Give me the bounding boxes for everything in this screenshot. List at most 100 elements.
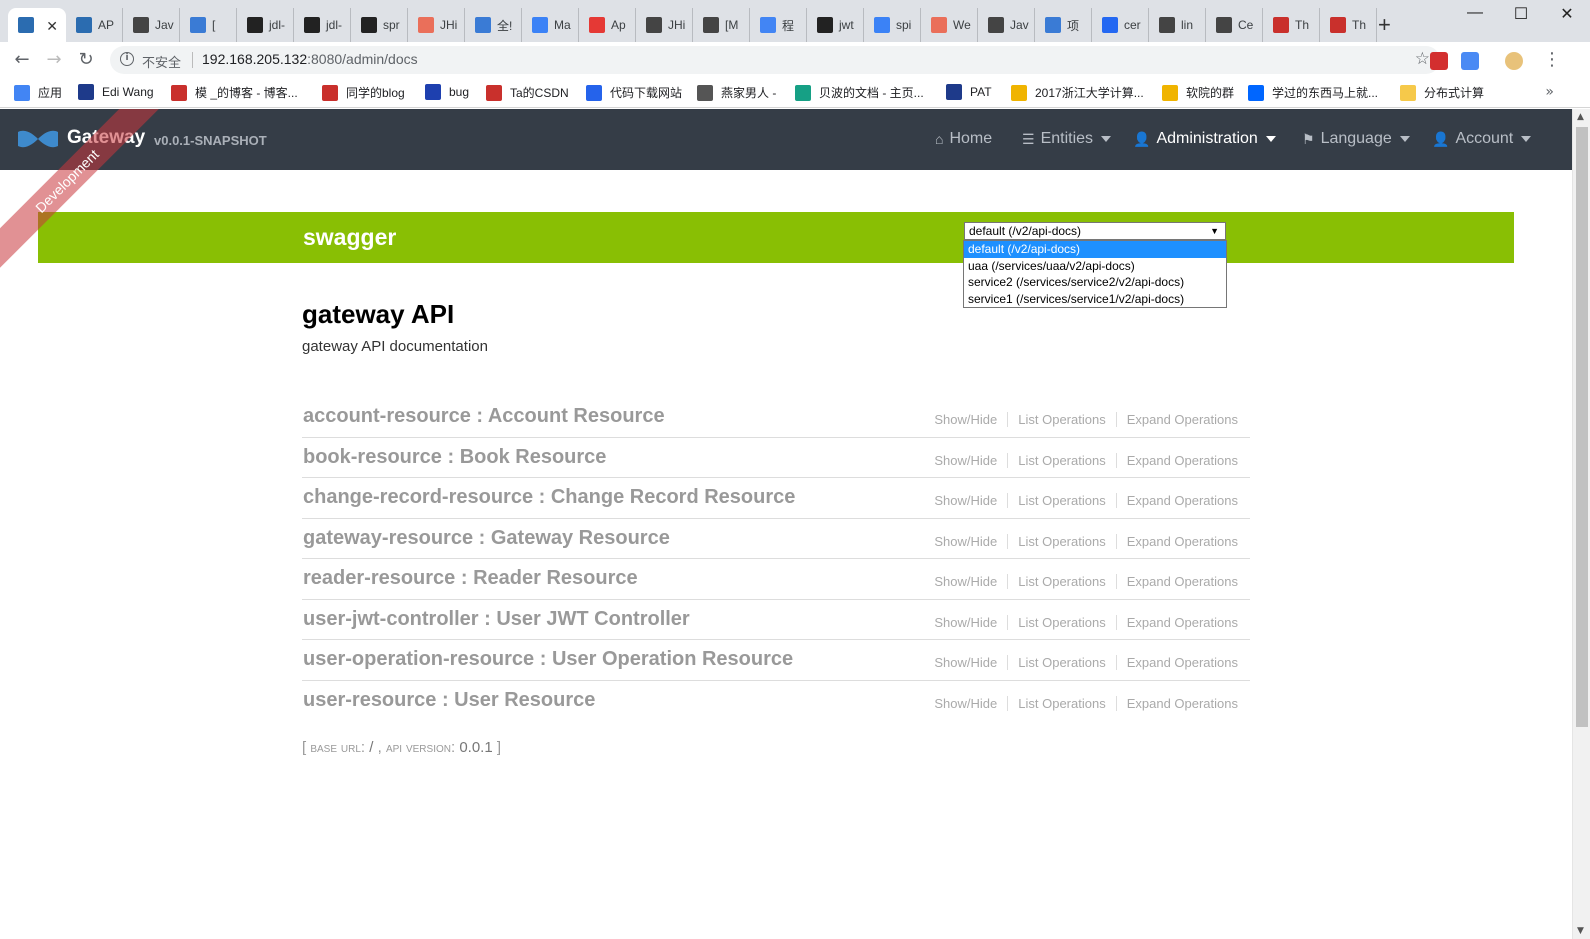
list-operations-link[interactable]: List Operations	[1007, 412, 1115, 427]
browser-tab[interactable]: 程	[750, 8, 807, 42]
maximize-button[interactable]: ☐	[1498, 4, 1544, 24]
expand-operations-link[interactable]: Expand Operations	[1115, 452, 1238, 468]
browser-tab[interactable]: Ma	[522, 8, 579, 42]
browser-tab[interactable]: ✕	[8, 8, 66, 42]
show-hide-link[interactable]: Show/Hide	[934, 655, 1007, 670]
browser-tab[interactable]: spr	[351, 8, 408, 42]
bookmark-star-icon[interactable]: ☆	[1415, 49, 1430, 69]
minimize-button[interactable]: —	[1452, 4, 1498, 22]
browser-tab[interactable]: 项	[1035, 8, 1092, 42]
list-operations-link[interactable]: List Operations	[1007, 533, 1115, 549]
bookmarks-more-icon[interactable]: »	[1545, 84, 1554, 100]
security-label[interactable]: 不安全	[142, 52, 181, 71]
browser-tab[interactable]: Jav	[123, 8, 180, 42]
api-selector[interactable]: default (/v2/api-docs) ▼	[964, 222, 1226, 240]
tab-close-icon[interactable]: ✕	[46, 18, 58, 35]
resource-name-link[interactable]: user-operation-resource : User Operation…	[303, 648, 793, 671]
extension-todoist-icon[interactable]	[1430, 52, 1448, 70]
browser-tab[interactable]: lin	[1149, 8, 1206, 42]
list-operations-link[interactable]: List Operations	[1007, 493, 1115, 508]
api-option[interactable]: service2 (/services/service2/v2/api-docs…	[964, 274, 1226, 291]
browser-tab[interactable]: Th	[1263, 8, 1320, 42]
bookmark-item[interactable]: 代码下载网站	[586, 84, 682, 101]
list-operations-link[interactable]: List Operations	[1007, 452, 1115, 468]
bookmark-item[interactable]: PAT	[946, 84, 992, 100]
list-operations-link[interactable]: List Operations	[1007, 614, 1115, 630]
info-icon[interactable]: i	[120, 52, 134, 66]
bookmark-item[interactable]: Edi Wang	[78, 84, 154, 100]
show-hide-link[interactable]: Show/Hide	[934, 534, 1007, 549]
expand-operations-link[interactable]: Expand Operations	[1115, 412, 1238, 427]
api-option[interactable]: uaa (/services/uaa/v2/api-docs)	[964, 258, 1226, 275]
browser-tab[interactable]: jdl-	[294, 8, 351, 42]
api-option[interactable]: service1 (/services/service1/v2/api-docs…	[964, 291, 1226, 308]
resource-name-link[interactable]: user-resource : User Resource	[303, 689, 595, 712]
expand-operations-link[interactable]: Expand Operations	[1115, 493, 1238, 508]
resource-name-link[interactable]: book-resource : Book Resource	[303, 446, 606, 469]
bookmark-item[interactable]: 学过的东西马上就...	[1248, 84, 1378, 101]
bookmark-item[interactable]: 2017浙江大学计算...	[1011, 84, 1144, 101]
browser-tab[interactable]: Ap	[579, 8, 636, 42]
bookmark-item[interactable]: bug	[425, 84, 469, 100]
bookmark-item[interactable]: 贝波的文档 - 主页...	[795, 84, 924, 101]
expand-operations-link[interactable]: Expand Operations	[1115, 695, 1238, 711]
nav-account[interactable]: 👤 Account	[1432, 130, 1532, 148]
browser-tab[interactable]: Th	[1320, 8, 1377, 42]
profile-avatar[interactable]	[1505, 52, 1523, 70]
resource-name-link[interactable]: reader-resource : Reader Resource	[303, 567, 638, 590]
list-operations-link[interactable]: List Operations	[1007, 695, 1115, 711]
show-hide-link[interactable]: Show/Hide	[934, 574, 1007, 589]
show-hide-link[interactable]: Show/Hide	[934, 453, 1007, 468]
resource-name-link[interactable]: change-record-resource : Change Record R…	[303, 486, 795, 509]
brand-name[interactable]: Gateway	[67, 127, 145, 149]
swagger-logo-text[interactable]: swagger	[303, 224, 396, 251]
bookmark-item[interactable]: 燕家男人 -	[697, 84, 776, 101]
show-hide-link[interactable]: Show/Hide	[934, 493, 1007, 508]
api-option[interactable]: default (/v2/api-docs)	[964, 241, 1226, 258]
show-hide-link[interactable]: Show/Hide	[934, 412, 1007, 427]
new-tab-button[interactable]: +	[1378, 12, 1391, 38]
nav-language[interactable]: ⚑ Language	[1302, 130, 1410, 148]
resource-name-link[interactable]: gateway-resource : Gateway Resource	[303, 527, 670, 550]
reload-icon[interactable]: ↻	[74, 48, 98, 72]
nav-home[interactable]: ⌂ Home	[935, 130, 992, 148]
browser-tab[interactable]: spi	[864, 8, 921, 42]
bookmark-item[interactable]: 分布式计算	[1400, 84, 1484, 101]
expand-operations-link[interactable]: Expand Operations	[1115, 655, 1238, 670]
browser-tab[interactable]: [	[180, 8, 237, 42]
jhipster-logo-icon[interactable]	[16, 129, 60, 149]
resource-name-link[interactable]: user-jwt-controller : User JWT Controlle…	[303, 608, 690, 631]
bookmark-item[interactable]: Ta的CSDN	[486, 84, 569, 101]
bookmark-item[interactable]: 应用	[14, 84, 62, 101]
list-operations-link[interactable]: List Operations	[1007, 574, 1115, 589]
bookmark-item[interactable]: 模 _的博客 - 博客...	[171, 84, 298, 101]
browser-tab[interactable]: Ce	[1206, 8, 1263, 42]
browser-tab[interactable]: [M	[693, 8, 750, 42]
browser-tab[interactable]: AP	[66, 8, 123, 42]
expand-operations-link[interactable]: Expand Operations	[1115, 614, 1238, 630]
bookmark-item[interactable]: 同学的blog	[322, 84, 405, 101]
show-hide-link[interactable]: Show/Hide	[934, 615, 1007, 630]
extension-translate-icon[interactable]	[1461, 52, 1479, 70]
show-hide-link[interactable]: Show/Hide	[934, 696, 1007, 711]
menu-kebab-icon[interactable]: ⋮	[1540, 48, 1564, 72]
close-window-button[interactable]: ✕	[1544, 4, 1590, 24]
resource-name-link[interactable]: account-resource : Account Resource	[303, 405, 665, 428]
page-scrollbar[interactable]: ▲ ▼	[1572, 109, 1590, 939]
browser-tab[interactable]: 全!	[465, 8, 522, 42]
nav-administration[interactable]: 👤 Administration	[1133, 130, 1276, 148]
expand-operations-link[interactable]: Expand Operations	[1115, 533, 1238, 549]
nav-entities[interactable]: ☰ Entities	[1022, 130, 1112, 148]
scrollbar-thumb[interactable]	[1576, 127, 1588, 727]
address-bar[interactable]: i 不安全 192.168.205.132:8080/admin/docs ☆	[110, 46, 1440, 74]
browser-tab[interactable]: cer	[1092, 8, 1149, 42]
browser-tab[interactable]: Jav	[978, 8, 1035, 42]
browser-tab[interactable]: JHi	[636, 8, 693, 42]
browser-tab[interactable]: jdl-	[237, 8, 294, 42]
list-operations-link[interactable]: List Operations	[1007, 655, 1115, 670]
browser-tab[interactable]: jwt	[807, 8, 864, 42]
browser-tab[interactable]: We	[921, 8, 978, 42]
scroll-up-icon[interactable]: ▲	[1577, 112, 1584, 122]
back-icon[interactable]: ←	[10, 48, 34, 72]
forward-icon[interactable]: →	[42, 48, 66, 72]
